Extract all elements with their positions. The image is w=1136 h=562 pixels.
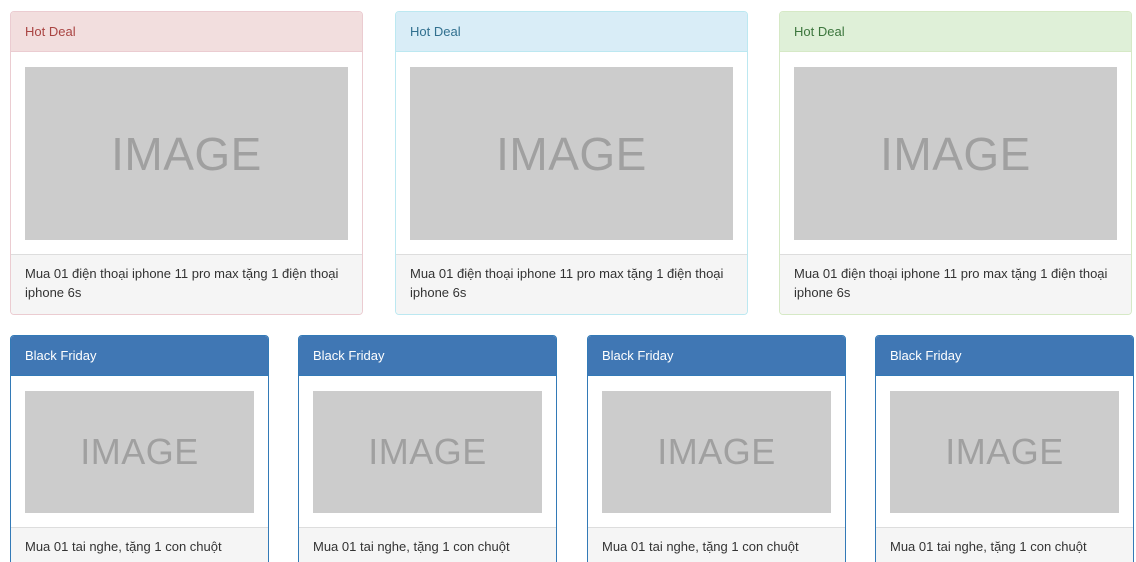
image-placeholder[interactable]: IMAGE [313,391,542,513]
card-description: Mua 01 điện thoại iphone 11 pro max tặng… [11,254,362,314]
card-heading: Hot Deal [780,12,1131,52]
card-body: IMAGE [588,376,845,527]
card-description: Mua 01 điện thoại iphone 11 pro max tặng… [780,254,1131,314]
card-description: Mua 01 tai nghe, tặng 1 con chuột [11,527,268,562]
card-heading: Black Friday [876,336,1133,376]
card-body: IMAGE [876,376,1133,527]
card-description: Mua 01 tai nghe, tặng 1 con chuột [299,527,556,562]
card-heading: Black Friday [299,336,556,376]
card-body: IMAGE [396,52,747,254]
card-body: IMAGE [11,52,362,254]
card-heading: Hot Deal [11,12,362,52]
image-placeholder[interactable]: IMAGE [794,67,1117,240]
hot-deal-card[interactable]: Hot Deal IMAGE Mua 01 điện thoại iphone … [10,11,363,315]
image-placeholder[interactable]: IMAGE [602,391,831,513]
card-heading: Black Friday [11,336,268,376]
black-friday-card[interactable]: Black Friday IMAGE Mua 01 tai nghe, tặng… [875,335,1134,562]
card-body: IMAGE [11,376,268,527]
black-friday-card[interactable]: Black Friday IMAGE Mua 01 tai nghe, tặng… [298,335,557,562]
hot-deal-card[interactable]: Hot Deal IMAGE Mua 01 điện thoại iphone … [779,11,1132,315]
card-body: IMAGE [299,376,556,527]
black-friday-card[interactable]: Black Friday IMAGE Mua 01 tai nghe, tặng… [10,335,269,562]
image-placeholder[interactable]: IMAGE [410,67,733,240]
image-placeholder[interactable]: IMAGE [25,67,348,240]
image-placeholder[interactable]: IMAGE [890,391,1119,513]
card-heading: Black Friday [588,336,845,376]
card-description: Mua 01 tai nghe, tặng 1 con chuột [876,527,1133,562]
black-friday-card[interactable]: Black Friday IMAGE Mua 01 tai nghe, tặng… [587,335,846,562]
card-heading: Hot Deal [396,12,747,52]
card-description: Mua 01 điện thoại iphone 11 pro max tặng… [396,254,747,314]
hot-deal-card[interactable]: Hot Deal IMAGE Mua 01 điện thoại iphone … [395,11,748,315]
image-placeholder[interactable]: IMAGE [25,391,254,513]
card-description: Mua 01 tai nghe, tặng 1 con chuột [588,527,845,562]
card-body: IMAGE [780,52,1131,254]
deals-page: Hot Deal IMAGE Mua 01 điện thoại iphone … [0,0,1136,562]
